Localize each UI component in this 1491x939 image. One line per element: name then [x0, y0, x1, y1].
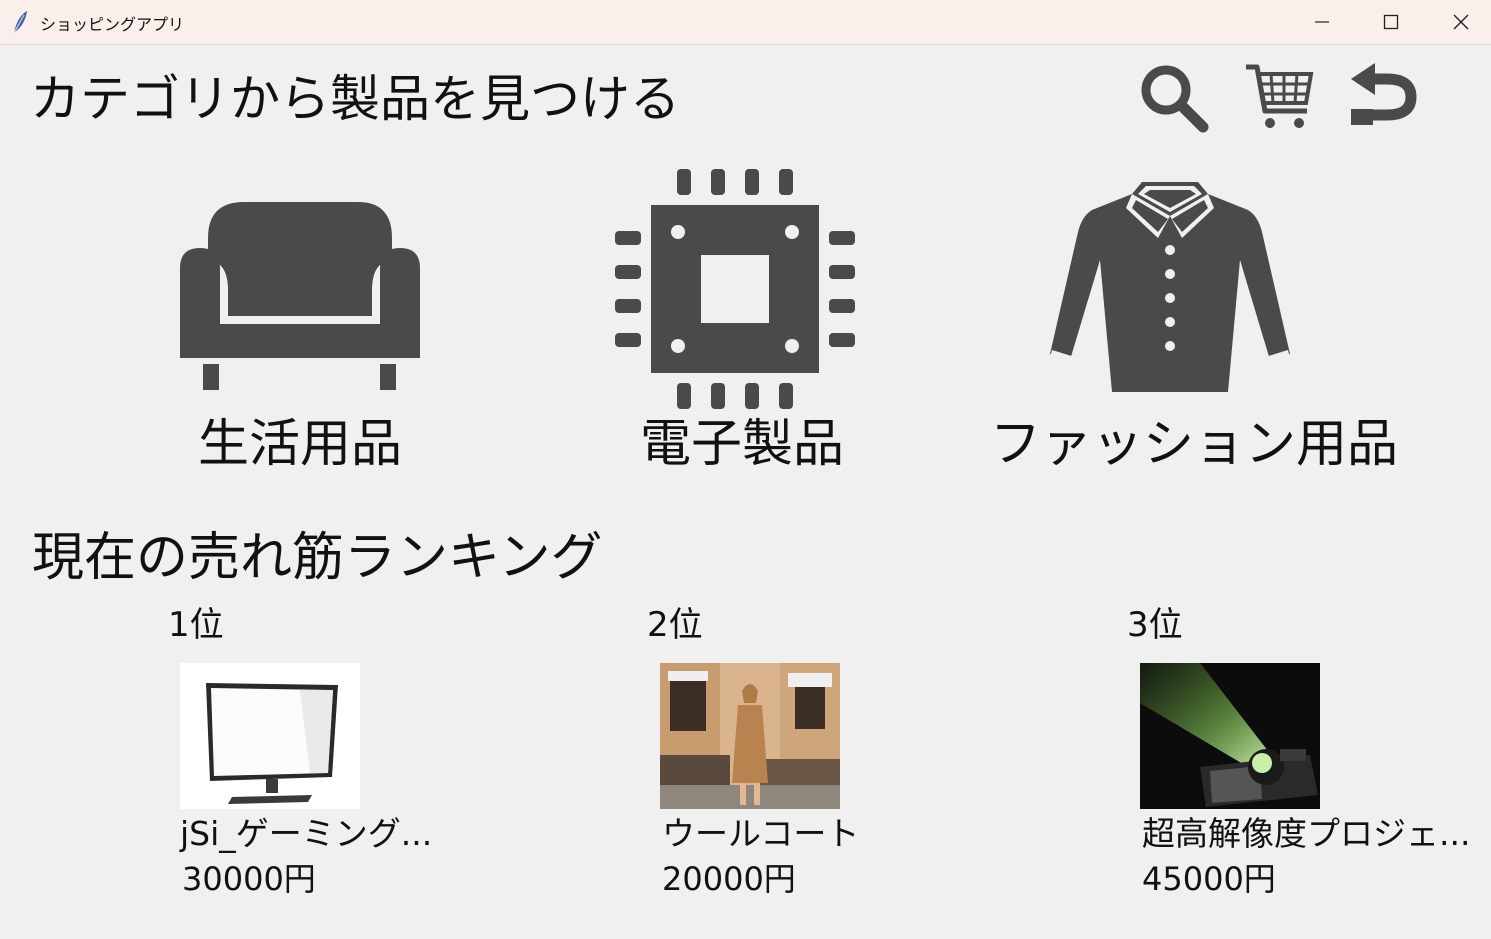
- sofa-icon: [180, 202, 420, 390]
- product-price: 30000円: [182, 860, 316, 898]
- search-button[interactable]: [1136, 60, 1210, 134]
- page-title: カテゴリから製品を見つける: [30, 70, 680, 128]
- rank-label: 1位: [168, 605, 224, 645]
- product-name[interactable]: jSi_ゲーミング...: [180, 812, 432, 856]
- minimize-icon: [1315, 21, 1329, 23]
- monitor-image[interactable]: [180, 663, 360, 809]
- category-label[interactable]: 生活用品: [150, 414, 450, 476]
- close-button[interactable]: [1431, 0, 1491, 44]
- category-electronics-button[interactable]: [613, 167, 857, 415]
- cart-icon: [1246, 64, 1314, 128]
- feather-icon: [10, 9, 30, 35]
- product-name[interactable]: ウールコート: [662, 812, 859, 856]
- category-label[interactable]: 電子製品: [592, 414, 892, 476]
- product-name[interactable]: 超高解像度プロジェ...: [1142, 812, 1470, 856]
- shirt-icon: [1050, 182, 1290, 392]
- window-title: ショッピングアプリ: [40, 15, 185, 34]
- chip-icon: [615, 169, 855, 409]
- rank-label: 3位: [1127, 605, 1183, 645]
- wool-coat-image[interactable]: [660, 663, 840, 809]
- category-household-button[interactable]: [178, 198, 422, 396]
- close-icon: [1453, 14, 1469, 30]
- cart-button[interactable]: [1242, 60, 1316, 134]
- category-fashion-button[interactable]: [1048, 180, 1292, 398]
- rank-label: 2位: [647, 605, 703, 645]
- minimize-button[interactable]: [1292, 0, 1352, 44]
- product-price: 20000円: [662, 860, 796, 898]
- maximize-icon: [1383, 14, 1399, 30]
- back-icon: [1351, 63, 1417, 125]
- window-titlebar[interactable]: ショッピングアプリ: [0, 0, 1491, 45]
- projector-image[interactable]: [1140, 663, 1320, 809]
- category-label[interactable]: ファッション用品: [990, 414, 1398, 476]
- search-icon: [1141, 65, 1209, 133]
- ranking-title: 現在の売れ筋ランキング: [32, 528, 603, 588]
- maximize-button[interactable]: [1361, 0, 1421, 44]
- product-price: 45000円: [1142, 860, 1276, 898]
- back-button[interactable]: [1346, 60, 1420, 134]
